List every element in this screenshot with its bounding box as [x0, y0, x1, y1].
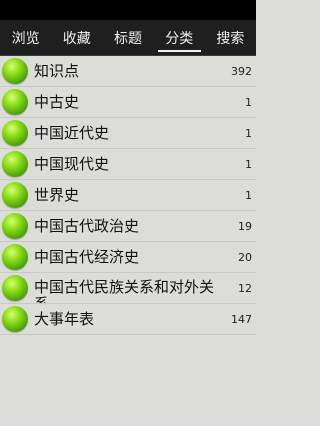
green-ball-icon: [2, 275, 28, 301]
category-count: 1: [245, 95, 252, 109]
category-count: 392: [231, 64, 252, 78]
green-ball-icon: [2, 120, 28, 146]
tab-titles[interactable]: 标题: [102, 20, 153, 55]
category-label: 大事年表: [34, 309, 95, 328]
category-label: 中国古代经济史: [34, 247, 140, 266]
category-count: 12: [238, 281, 252, 295]
category-label: 中古史: [34, 92, 80, 111]
tab-favorites[interactable]: 收藏: [51, 20, 102, 55]
category-count: 1: [245, 188, 252, 202]
green-ball-icon: [2, 58, 28, 84]
tab-browse[interactable]: 浏览: [0, 20, 51, 55]
list-item[interactable]: 中古史 1: [0, 87, 256, 118]
green-ball-icon: [2, 244, 28, 270]
category-count: 1: [245, 157, 252, 171]
list-item[interactable]: 知识点 392: [0, 56, 256, 87]
tab-search[interactable]: 搜索: [205, 20, 256, 55]
category-count: 147: [231, 312, 252, 326]
green-ball-icon: [2, 306, 28, 332]
list-item[interactable]: 中国古代政治史 19: [0, 211, 256, 242]
list-item[interactable]: 世界史 1: [0, 180, 256, 211]
category-count: 20: [238, 250, 252, 264]
status-bar: [0, 0, 256, 20]
category-label: 中国古代政治史: [34, 216, 140, 235]
category-label: 知识点: [34, 61, 80, 80]
category-list: 知识点 392 中古史 1 中国近代史 1 中国现代史 1 世界史 1 中国古代…: [0, 56, 256, 335]
list-item[interactable]: 中国近代史 1: [0, 118, 256, 149]
green-ball-icon: [2, 151, 28, 177]
tab-categories[interactable]: 分类: [154, 20, 205, 55]
list-item[interactable]: 中国现代史 1: [0, 149, 256, 180]
list-item[interactable]: 大事年表 147: [0, 304, 256, 335]
category-count: 1: [245, 126, 252, 140]
category-label: 中国现代史: [34, 154, 110, 173]
category-count: 19: [238, 219, 252, 233]
category-label: 中国近代史: [34, 123, 110, 142]
category-label: 世界史: [34, 185, 80, 204]
green-ball-icon: [2, 89, 28, 115]
tab-bar: 浏览 收藏 标题 分类 搜索: [0, 20, 256, 56]
list-item[interactable]: 中国古代经济史 20: [0, 242, 256, 273]
list-item[interactable]: 中国古代民族关系和对外关系 12: [0, 273, 256, 304]
category-label: 中国古代民族关系和对外关系: [34, 278, 215, 304]
green-ball-icon: [2, 213, 28, 239]
green-ball-icon: [2, 182, 28, 208]
